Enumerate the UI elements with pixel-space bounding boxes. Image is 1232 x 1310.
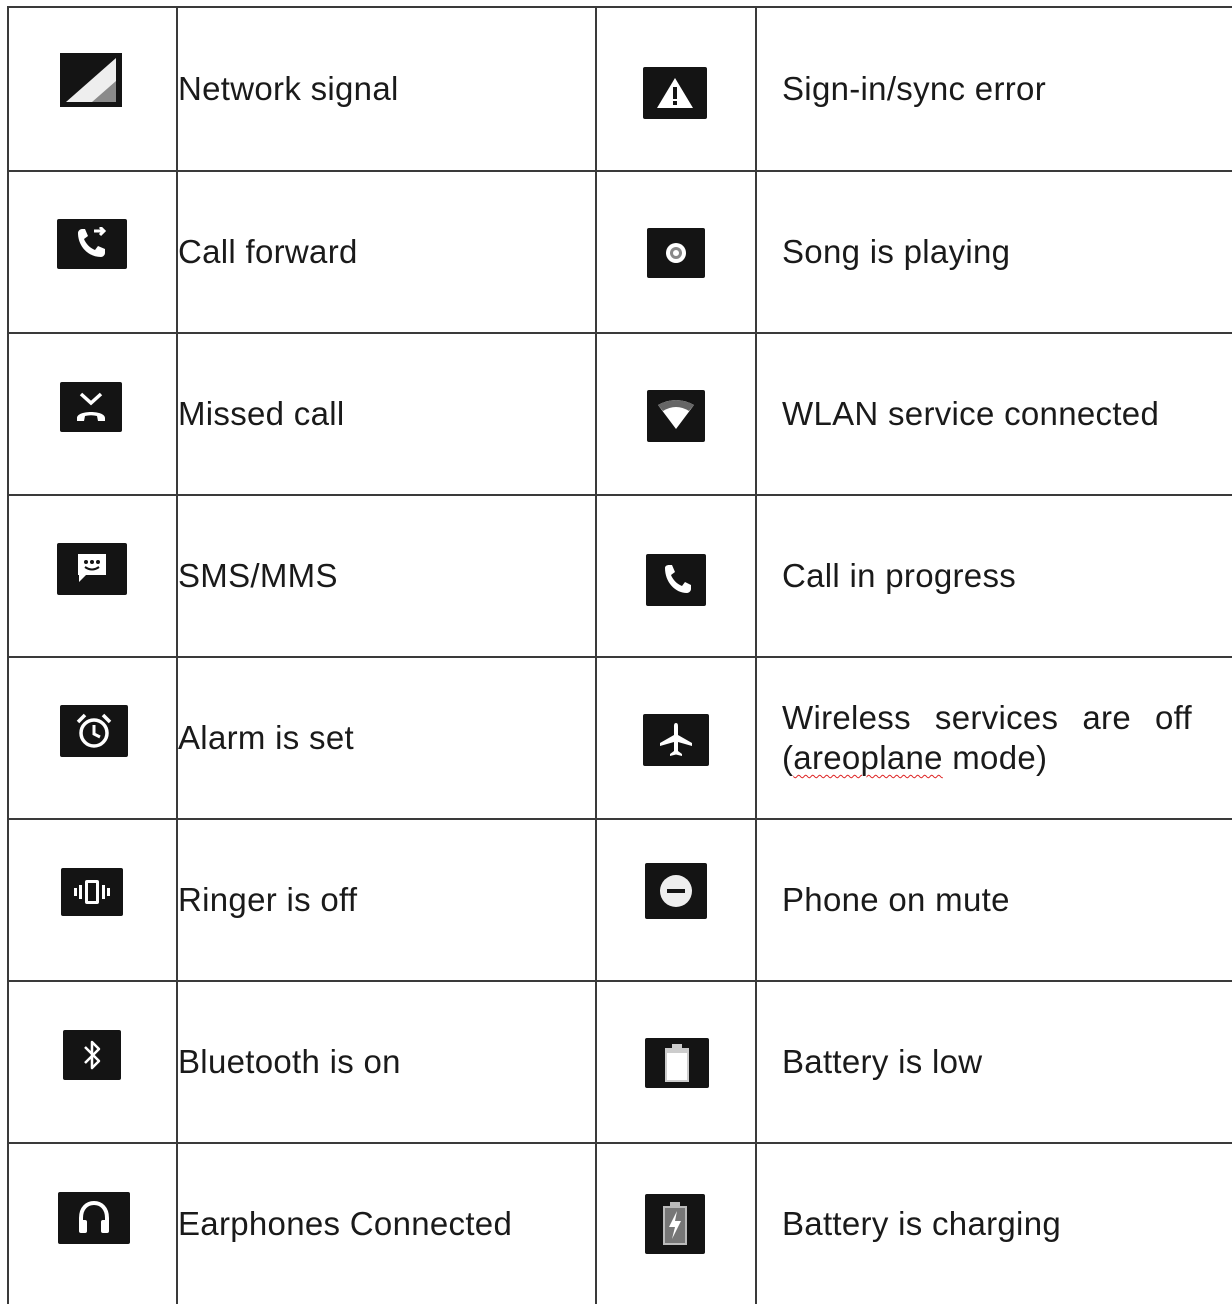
- airplane-mode-text: Wireless services are off (areoplane mod…: [782, 698, 1212, 778]
- label-song-playing: Song is playing: [755, 170, 1232, 334]
- sms-icon: [57, 543, 127, 595]
- icon-cell: [7, 494, 178, 658]
- icon-cell: [7, 1142, 178, 1304]
- label-earphones: Earphones Connected: [176, 1142, 597, 1304]
- label-battery-low: Battery is low: [755, 980, 1232, 1144]
- icon-cell: [595, 494, 757, 658]
- label-ringer-off: Ringer is off: [176, 818, 597, 982]
- icon-cell: [7, 332, 178, 496]
- label-call-in-progress: Call in progress: [755, 494, 1232, 658]
- table-row: Bluetooth is on Battery is low: [7, 980, 1232, 1144]
- label-call-forward: Call forward: [176, 170, 597, 334]
- icon-cell: [595, 656, 757, 820]
- wlan-icon: [647, 390, 705, 442]
- table-row: Earphones Connected Battery is charging: [7, 1142, 1232, 1304]
- alarm-icon: [60, 705, 128, 757]
- call-in-progress-icon: [646, 554, 706, 606]
- network-signal-icon: [60, 53, 122, 107]
- battery-low-icon: [645, 1038, 709, 1088]
- table-row: Missed call WLAN service connected: [7, 332, 1232, 496]
- icon-cell: [595, 980, 757, 1144]
- status-icons-table: Network signal Sign-in/sync error Call f…: [7, 6, 1232, 1304]
- label-mute: Phone on mute: [755, 818, 1232, 982]
- bluetooth-icon: [63, 1030, 121, 1080]
- label-alarm: Alarm is set: [176, 656, 597, 820]
- missed-call-icon: [60, 382, 122, 432]
- table-row: Ringer is off Phone on mute: [7, 818, 1232, 982]
- airplane-label-misspelled-word: areoplane: [793, 739, 943, 776]
- label-sms: SMS/MMS: [176, 494, 597, 658]
- airplane-icon: [643, 714, 709, 766]
- icon-cell: [7, 818, 178, 982]
- headphones-icon: [58, 1192, 130, 1244]
- icon-cell: [7, 6, 178, 172]
- label-bluetooth: Bluetooth is on: [176, 980, 597, 1144]
- label-network-signal: Network signal: [176, 6, 597, 172]
- mute-icon: [645, 863, 707, 919]
- icon-cell: [595, 332, 757, 496]
- icon-cell: [7, 170, 178, 334]
- icon-cell: [595, 818, 757, 982]
- vibrate-icon: [61, 868, 123, 916]
- table-row: SMS/MMS Call in progress: [7, 494, 1232, 658]
- icon-cell: [595, 170, 757, 334]
- table-row: Call forward Song is playing: [7, 170, 1232, 334]
- airplane-label-part3: mode): [942, 739, 1048, 776]
- label-battery-charging: Battery is charging: [755, 1142, 1232, 1304]
- icon-cell: [7, 656, 178, 820]
- call-forward-icon: [57, 219, 127, 269]
- icon-cell: [595, 1142, 757, 1304]
- song-playing-icon: [647, 228, 705, 278]
- label-sync-error: Sign-in/sync error: [755, 6, 1232, 172]
- table-row: Alarm is set Wireless services are off (…: [7, 656, 1232, 820]
- sync-error-icon: [643, 67, 707, 119]
- label-airplane-mode: Wireless services are off (areoplane mod…: [755, 656, 1232, 820]
- label-missed-call: Missed call: [176, 332, 597, 496]
- label-wlan: WLAN service connected: [755, 332, 1232, 496]
- table-row: Network signal Sign-in/sync error: [7, 6, 1232, 172]
- icon-cell: [7, 980, 178, 1144]
- icon-cell: [595, 6, 757, 172]
- battery-charging-icon: [645, 1194, 705, 1254]
